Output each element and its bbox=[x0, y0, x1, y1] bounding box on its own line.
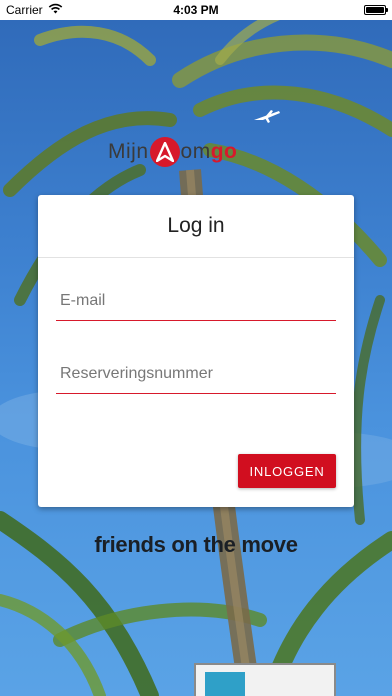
email-field[interactable] bbox=[56, 281, 340, 320]
carrier-label: Carrier bbox=[6, 3, 43, 17]
login-title: Log in bbox=[38, 195, 354, 258]
airplane-icon bbox=[253, 108, 281, 129]
logo-suffix: go bbox=[210, 140, 238, 163]
reservation-number-field[interactable] bbox=[56, 354, 340, 393]
reservation-field-container bbox=[56, 354, 340, 394]
status-bar: Carrier 4:03 PM bbox=[0, 0, 392, 20]
login-card: Log in INLOGGEN bbox=[38, 195, 354, 507]
logo-middle: om bbox=[180, 140, 211, 163]
battery-level-fill bbox=[366, 7, 384, 13]
status-left: Carrier bbox=[6, 3, 63, 17]
wifi-icon bbox=[48, 3, 63, 17]
logo-prefix: Mijn bbox=[108, 140, 149, 163]
brand-logo: Mijn om go bbox=[108, 134, 237, 170]
tagline: friends on the move bbox=[94, 532, 298, 557]
logo-arrow-icon bbox=[149, 137, 180, 167]
battery-icon bbox=[364, 5, 388, 15]
status-time: 4:03 PM bbox=[173, 3, 219, 17]
email-field-container bbox=[56, 281, 340, 321]
login-button[interactable]: INLOGGEN bbox=[238, 454, 336, 488]
